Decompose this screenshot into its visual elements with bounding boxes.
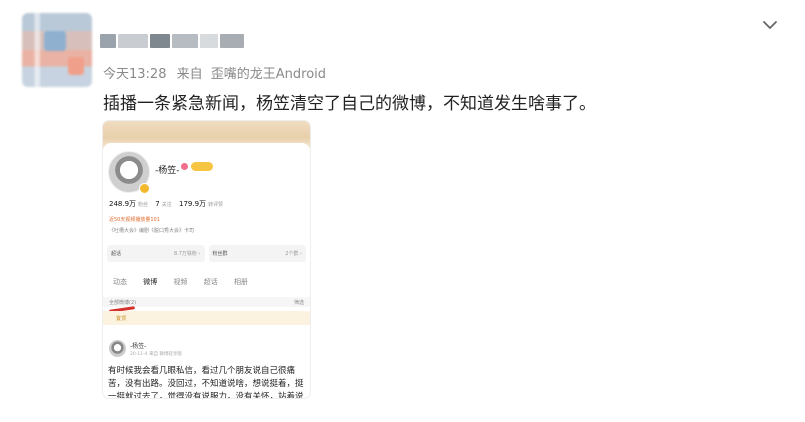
post-author: -杨笠-: [130, 343, 147, 350]
chevron-down-icon[interactable]: [760, 15, 780, 35]
profile-desc-1: 近50天视频播放量101: [109, 217, 160, 223]
source-prefix: 来自: [176, 67, 203, 82]
profile-name: -杨笠-: [155, 166, 180, 176]
fan-group-card: 粉丝群 2个群 ›: [208, 245, 306, 262]
gender-icon: [181, 163, 188, 170]
post-avatar: [109, 340, 126, 357]
username-blurred[interactable]: [100, 34, 250, 48]
avatar[interactable]: [22, 13, 92, 87]
profile-quick-cards: 超话 8.7万铁粉 › 粉丝群 2个群 ›: [107, 245, 306, 262]
profile-tabs: 动态 微博 视频 超话 相册: [113, 278, 248, 286]
profile-desc-2: 《吐槽大会》编剧《脱口秀大会》卡司: [109, 228, 195, 234]
profile-card: -杨笠- 248.9万 粉丝 7 关注 179.9万 转评赞 近50天视频播放量101…: [103, 143, 310, 398]
verified-badge-icon: [139, 183, 150, 194]
pinned-row: 置顶: [103, 311, 310, 325]
attached-image[interactable]: -杨笠- 248.9万 粉丝 7 关注 179.9万 转评赞 近50天视频播放量101…: [103, 121, 310, 398]
post-time: 今天13:28: [103, 67, 167, 82]
post-text: 插播一条紧急新闻，杨笠清空了自己的微博，不知道发生啥事了。: [103, 94, 596, 114]
profile-stats: 248.9万 粉丝 7 关注 179.9万 转评赞: [109, 200, 224, 208]
post-meta: 今天13:28 来自 歪嘴的龙王Android: [103, 63, 326, 82]
supertopic-card: 超话 8.7万铁粉 ›: [107, 245, 205, 262]
post-timestamp: 20-11-4 来自 微博轻享版: [130, 352, 182, 357]
source-link[interactable]: 歪嘴的龙王Android: [211, 67, 326, 82]
vip-badge-icon: [191, 162, 213, 171]
post-body: 有时候我会看几眼私信，看过几个朋友说自己很痛苦，没有出路。没回过，不知道说啥，想…: [108, 366, 304, 398]
